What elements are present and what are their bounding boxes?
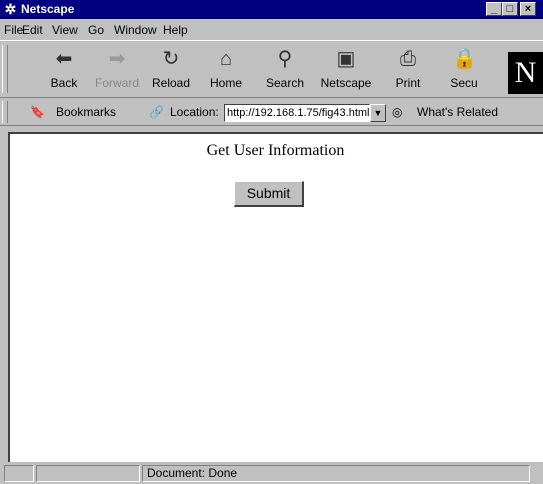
status-text: Document: Done <box>142 465 530 482</box>
close-button[interactable]: × <box>520 2 536 16</box>
location-label: Location: <box>170 105 219 119</box>
reload-label: Reload <box>151 76 191 90</box>
reload-button[interactable]: ↻ Reload <box>145 45 197 95</box>
maximize-button[interactable]: □ <box>502 2 518 16</box>
menu-bar: File Edit View Go Window Help <box>0 19 543 40</box>
security-label: Secu <box>450 76 478 90</box>
search-button[interactable]: ⚲ Search <box>259 45 311 95</box>
location-grip[interactable] <box>2 101 8 123</box>
search-icon: ⚲ <box>277 48 293 70</box>
forward-label: Forward <box>94 76 139 90</box>
url-dropdown-button[interactable]: ▼ <box>370 104 386 122</box>
reload-icon: ↻ <box>162 48 180 70</box>
toolbar-grip[interactable] <box>2 45 8 93</box>
back-button[interactable]: ⬅ Back <box>38 45 90 95</box>
home-label: Home <box>209 76 242 90</box>
page-content: Get User Information Submit <box>8 132 543 462</box>
progress-bar <box>36 465 140 482</box>
home-icon: ⌂ <box>219 48 233 70</box>
menu-help[interactable]: Help <box>163 23 188 37</box>
back-arrow-icon: ⬅ <box>55 48 73 70</box>
home-button[interactable]: ⌂ Home <box>200 45 252 95</box>
netscape-button[interactable]: ▣ Netscape <box>320 45 372 95</box>
security-lock-icon[interactable] <box>4 465 34 482</box>
whats-related-icon: ◎ <box>392 105 403 119</box>
minimize-button[interactable]: _ <box>486 2 502 16</box>
menu-window[interactable]: Window <box>114 23 157 37</box>
netscape-n-logo[interactable]: N <box>508 52 543 94</box>
whats-related-button[interactable]: What's Related <box>417 105 498 119</box>
menu-file[interactable]: File <box>4 23 23 37</box>
back-label: Back <box>50 76 78 90</box>
forward-button[interactable]: ➡ Forward <box>91 45 143 95</box>
navigation-toolbar: ⬅ Back ➡ Forward ↻ Reload ⌂ Home ⚲ Searc… <box>0 40 543 98</box>
submit-button[interactable]: Submit <box>234 181 304 207</box>
menu-view[interactable]: View <box>52 23 78 37</box>
location-icon: 🔗 <box>149 105 164 119</box>
print-button[interactable]: ⎙ Print <box>382 45 434 95</box>
security-button[interactable]: 🔒 Secu <box>438 45 490 95</box>
url-input[interactable]: http://192.168.1.75/fig43.html <box>224 104 370 122</box>
status-bar: Document: Done <box>0 462 543 484</box>
window-title: Netscape <box>21 2 75 16</box>
print-label: Print <box>395 76 421 90</box>
my-netscape-icon: ▣ <box>336 48 356 70</box>
security-icon: 🔒 <box>452 48 477 70</box>
page-heading: Get User Information <box>206 142 345 159</box>
search-label: Search <box>265 76 305 90</box>
forward-arrow-icon: ➡ <box>108 48 126 70</box>
netscape-label: Netscape <box>320 76 372 90</box>
bookmarks-button[interactable]: Bookmarks <box>56 105 116 119</box>
print-icon: ⎙ <box>400 48 416 70</box>
title-bar: ✲ Netscape _ □ × <box>0 0 543 19</box>
netscape-app-icon[interactable]: ✲ <box>3 2 18 17</box>
menu-go[interactable]: Go <box>88 23 104 37</box>
bookmarks-icon: 🔖 <box>30 105 45 119</box>
menu-edit[interactable]: Edit <box>22 23 43 37</box>
